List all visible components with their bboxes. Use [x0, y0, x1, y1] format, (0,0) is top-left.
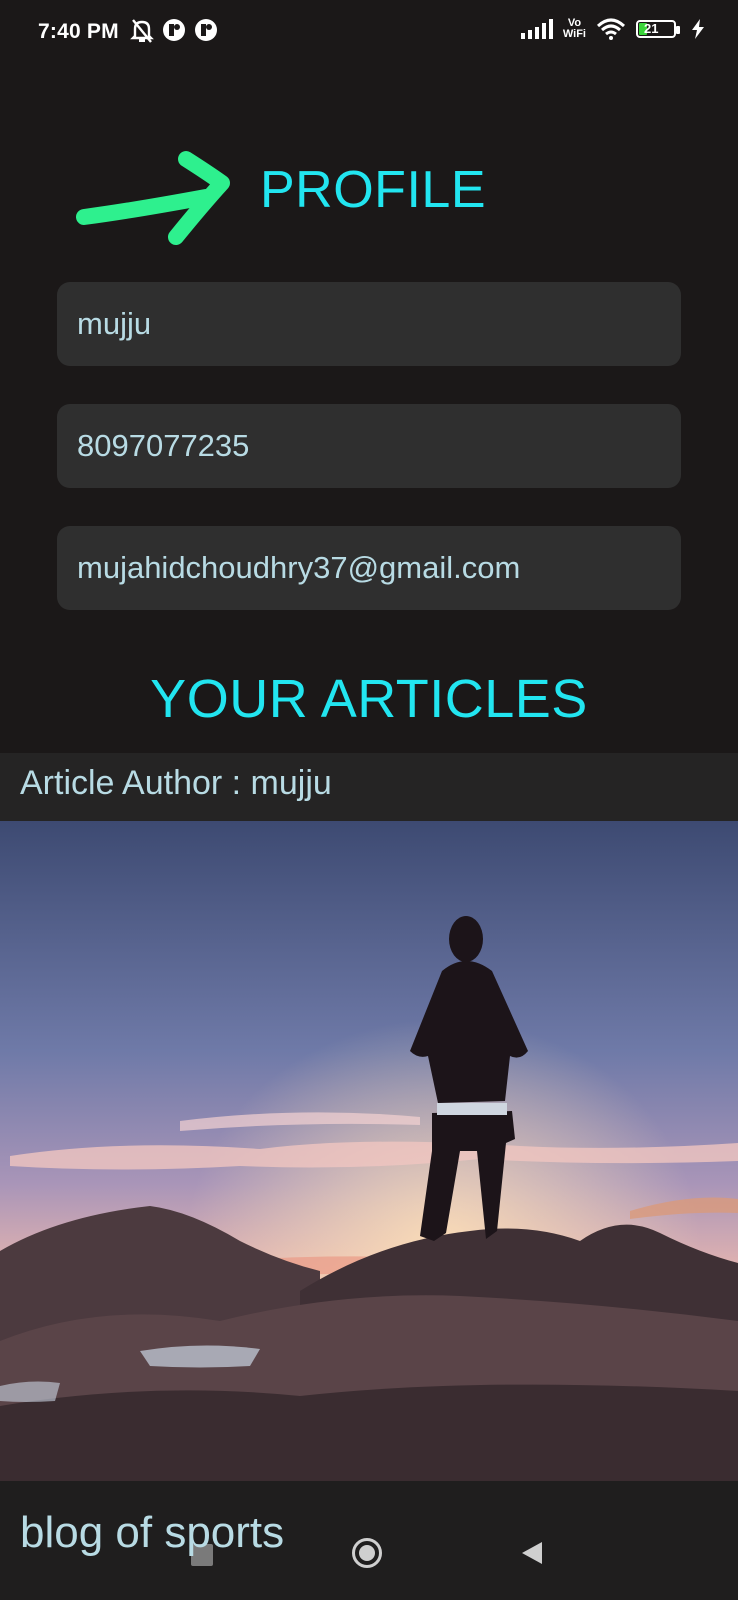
vowifi-icon: Vo WiFi: [562, 17, 586, 40]
back-triangle-icon[interactable]: [522, 1542, 542, 1564]
home-circle-icon[interactable]: [352, 1538, 382, 1568]
email-field[interactable]: mujahidchoudhry37@gmail.com: [57, 526, 681, 610]
battery-icon: 21: [636, 18, 682, 40]
phone-field[interactable]: 8097077235: [57, 404, 681, 488]
app-notification-icon: [195, 19, 217, 41]
mute-bell-icon: [130, 19, 154, 43]
status-system-icons: Vo WiFi 21: [520, 17, 704, 40]
status-notification-icons: [130, 18, 218, 44]
wifi-icon: [596, 18, 626, 40]
name-field[interactable]: mujju: [57, 282, 681, 366]
charging-bolt-icon: [692, 19, 704, 39]
status-time: 7:40 PM: [38, 20, 119, 43]
signal-icon: [520, 19, 553, 39]
annotation-arrow-icon: [76, 151, 230, 245]
app-notification-icon: [163, 19, 185, 41]
article-author: Article Author : mujju: [0, 753, 738, 821]
battery-level: 21: [644, 21, 659, 36]
profile-title: PROFILE: [260, 161, 486, 219]
article-title[interactable]: blog of sports: [20, 1508, 284, 1558]
your-articles-title: YOUR ARTICLES: [150, 669, 588, 729]
status-bar: 7:40 PM Vo WiFi 21: [0, 0, 738, 66]
article-image[interactable]: [0, 821, 738, 1481]
